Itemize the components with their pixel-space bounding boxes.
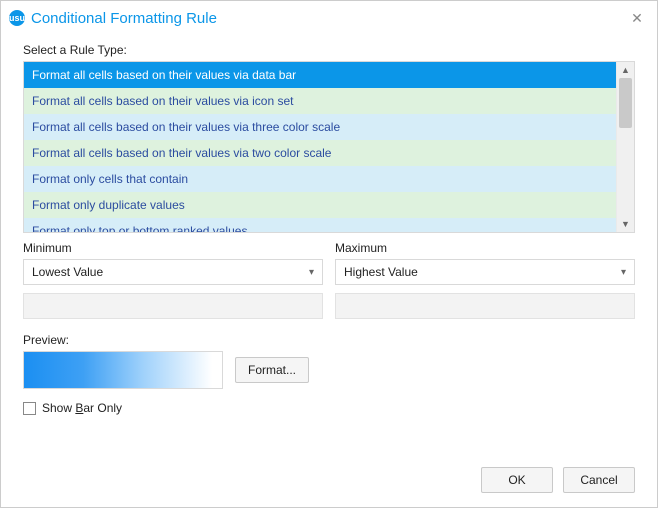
- dialog-title: Conditional Formatting Rule: [31, 10, 217, 27]
- maximum-label: Maximum: [335, 241, 635, 255]
- titlebar: usu Conditional Formatting Rule ✕: [1, 1, 657, 35]
- minimum-label: Minimum: [23, 241, 323, 255]
- show-bar-only-label: Show Bar Only: [42, 401, 122, 415]
- close-icon[interactable]: ✕: [627, 8, 647, 28]
- maximum-column: Maximum Highest Value ▾: [335, 241, 635, 319]
- maximum-type-value: Highest Value: [344, 265, 621, 279]
- rule-type-item[interactable]: Format all cells based on their values v…: [24, 62, 616, 88]
- checkbox-box-icon: [23, 402, 36, 415]
- chevron-down-icon: ▾: [309, 267, 314, 278]
- preview-swatch: [23, 351, 223, 389]
- dialog-content: Select a Rule Type: Format all cells bas…: [1, 35, 657, 459]
- show-bar-only-checkbox[interactable]: Show Bar Only: [23, 401, 635, 415]
- min-max-row: Minimum Lowest Value ▾ Maximum Highest V…: [23, 241, 635, 319]
- rule-type-item[interactable]: Format all cells based on their values v…: [24, 88, 616, 114]
- rule-type-list-items: Format all cells based on their values v…: [24, 62, 616, 232]
- cancel-button[interactable]: Cancel: [563, 467, 635, 493]
- rule-type-list: Format all cells based on their values v…: [23, 61, 635, 233]
- rule-type-item[interactable]: Format only top or bottom ranked values: [24, 218, 616, 232]
- app-icon: usu: [9, 10, 25, 26]
- ok-button[interactable]: OK: [481, 467, 553, 493]
- rule-type-item[interactable]: Format only cells that contain: [24, 166, 616, 192]
- preview-row: Format...: [23, 351, 635, 389]
- format-button[interactable]: Format...: [235, 357, 309, 383]
- maximum-type-dropdown[interactable]: Highest Value ▾: [335, 259, 635, 285]
- scroll-up-icon[interactable]: ▲: [617, 62, 634, 78]
- chevron-down-icon: ▾: [621, 267, 626, 278]
- minimum-type-value: Lowest Value: [32, 265, 309, 279]
- minimum-column: Minimum Lowest Value ▾: [23, 241, 323, 319]
- conditional-formatting-dialog: usu Conditional Formatting Rule ✕ Select…: [0, 0, 658, 508]
- rule-type-item[interactable]: Format all cells based on their values v…: [24, 140, 616, 166]
- scroll-track[interactable]: [617, 78, 634, 216]
- preview-label: Preview:: [23, 333, 635, 347]
- scroll-thumb[interactable]: [619, 78, 632, 128]
- rule-type-item[interactable]: Format all cells based on their values v…: [24, 114, 616, 140]
- minimum-value-input: [23, 293, 323, 319]
- rule-type-item[interactable]: Format only duplicate values: [24, 192, 616, 218]
- minimum-type-dropdown[interactable]: Lowest Value ▾: [23, 259, 323, 285]
- maximum-value-input: [335, 293, 635, 319]
- rule-list-scrollbar[interactable]: ▲ ▼: [616, 62, 634, 232]
- dialog-footer: OK Cancel: [1, 459, 657, 507]
- scroll-down-icon[interactable]: ▼: [617, 216, 634, 232]
- select-rule-type-label: Select a Rule Type:: [23, 43, 635, 57]
